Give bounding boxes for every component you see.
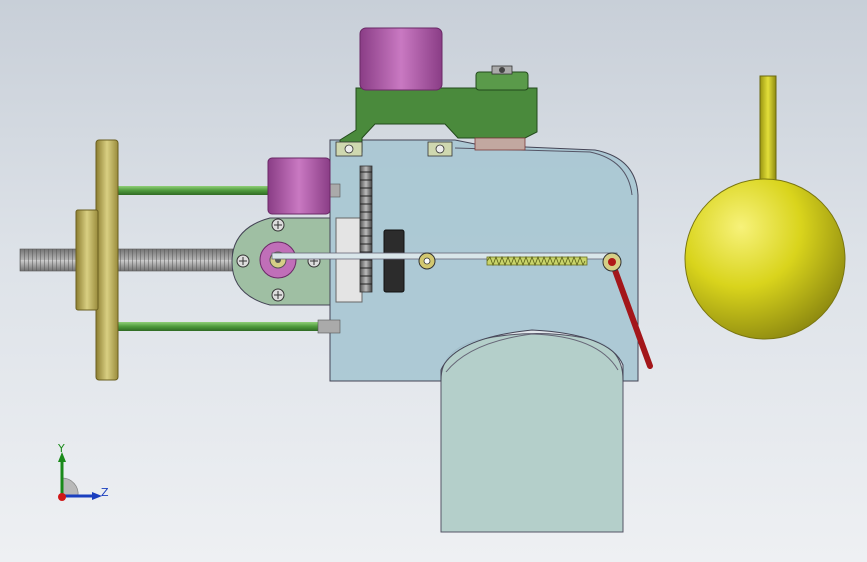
housing-lower[interactable] (440, 332, 624, 533)
axis-y-label: Y (58, 442, 65, 455)
top-motor[interactable] (359, 27, 529, 91)
float-ball[interactable] (684, 178, 846, 340)
float-stem[interactable] (759, 75, 777, 181)
drive-motor[interactable] (267, 157, 331, 215)
flange-plate[interactable] (75, 139, 119, 381)
triad-axes (58, 452, 102, 501)
coordinate-triad[interactable]: Y Z (40, 440, 120, 510)
tension-spring[interactable] (486, 255, 588, 267)
assembly-model[interactable] (0, 0, 867, 562)
axis-z-label: Z (101, 486, 109, 499)
cad-viewport[interactable]: Y Z (0, 0, 867, 562)
guide-rod-lower[interactable] (118, 319, 341, 334)
